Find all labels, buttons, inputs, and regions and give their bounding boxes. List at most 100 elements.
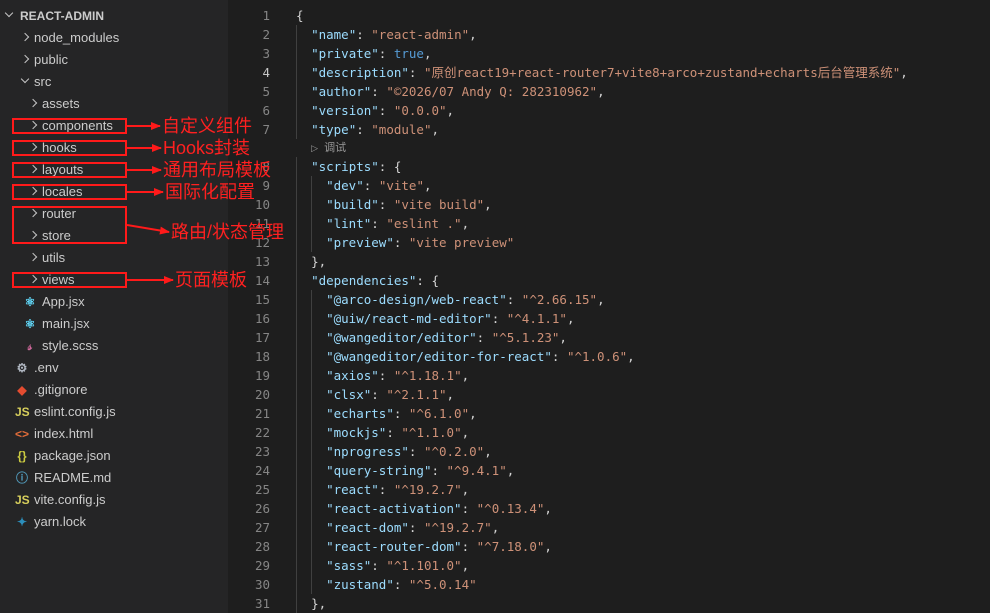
code-line: 25 "react": "^19.2.7", [228, 480, 990, 499]
tree-item-label: README.md [34, 470, 112, 485]
code-text: "dependencies": { [311, 273, 439, 288]
line-number: 24 [254, 463, 270, 478]
code-line: 17 "@wangeditor/editor": "^5.1.23", [228, 328, 990, 347]
tree-item-label: assets [42, 96, 80, 111]
code-line: 11 "lint": "eslint .", [228, 214, 990, 233]
tree-file-yarn-lock[interactable]: ✦ yarn.lock [0, 511, 228, 533]
code-line: 26 "react-activation": "^0.13.4", [228, 499, 990, 518]
tree-item-label: src [34, 74, 52, 89]
line-number: 30 [254, 577, 270, 592]
tree-folder-public[interactable]: public [0, 49, 228, 71]
yarn-icon: ✦ [16, 515, 28, 529]
tree-item-label: public [34, 52, 68, 67]
annotation-label: Hooks封装 [163, 138, 251, 158]
annotation-label: 页面模板 [175, 270, 247, 290]
tree-folder-assets[interactable]: assets [0, 93, 228, 115]
code-line: 23 "nprogress": "^0.2.0", [228, 442, 990, 461]
code-text: "type": "module", [311, 122, 440, 137]
tree-file-vite-config-js[interactable]: JS vite.config.js [0, 489, 228, 511]
codelens-debug[interactable]: ▷ 调试 [228, 140, 990, 156]
tree-file-env[interactable]: ⚙ .env [0, 357, 228, 379]
annotation-label: 自定义组件 [162, 116, 252, 136]
play-icon: ▷ [311, 143, 319, 153]
line-number: 29 [254, 558, 270, 573]
info-icon: ⓘ [15, 471, 28, 485]
tree-folder-src[interactable]: src [0, 71, 228, 93]
tree-folder-utils[interactable]: utils [0, 247, 228, 269]
code-text: "react": "^19.2.7", [326, 482, 470, 497]
code-text: "version": "0.0.0", [311, 103, 455, 118]
code-text: "query-string": "^9.4.1", [326, 463, 515, 478]
tree-file-main-jsx[interactable]: ⚛ main.jsx [0, 313, 228, 335]
tree-folder-node-modules[interactable]: node_modules [0, 27, 228, 49]
tree-item-label: utils [42, 250, 66, 265]
tree-item-label: App.jsx [42, 294, 85, 309]
tree-file-eslint-config-js[interactable]: JS eslint.config.js [0, 401, 228, 423]
annotation-box [12, 184, 127, 200]
tree-file-app-jsx[interactable]: ⚛ App.jsx [0, 291, 228, 313]
chevron-right-icon [28, 252, 38, 262]
tree-item-label: package.json [34, 448, 111, 463]
line-number: 17 [254, 330, 270, 345]
line-number: 31 [254, 596, 270, 611]
tree-item-label: main.jsx [42, 316, 90, 331]
code-text: "react-activation": "^0.13.4", [326, 501, 552, 516]
annotation-box [12, 162, 127, 178]
tree-file-package-json[interactable]: {} package.json [0, 445, 228, 467]
line-number: 23 [254, 444, 270, 459]
explorer-root[interactable]: REACT-ADMIN [0, 5, 228, 27]
tree-file-style-scss[interactable]: 𝓈 style.scss [0, 335, 228, 357]
line-number: 25 [254, 482, 270, 497]
chevron-down-icon [20, 74, 30, 84]
code-line: 3 "private": true, [228, 44, 990, 63]
code-text: "axios": "^1.18.1", [326, 368, 470, 383]
code-line: 2 "name": "react-admin", [228, 25, 990, 44]
code-line: 22 "mockjs": "^1.1.0", [228, 423, 990, 442]
code-line: 4 "description": "原创react19+react-router… [228, 63, 990, 82]
code-line: 5 "author": "©2026/07 Andy Q: 282310962"… [228, 82, 990, 101]
code-text: "mockjs": "^1.1.0", [326, 425, 470, 440]
code-text: "private": true, [311, 46, 432, 61]
code-text: "dev": "vite", [326, 178, 432, 193]
chevron-down-icon [4, 8, 14, 18]
tree-item-label: index.html [34, 426, 94, 441]
annotation-label: 通用布局模板 [163, 160, 271, 180]
tree-file-index-html[interactable]: <> index.html [0, 423, 228, 445]
code-line: 19 "axios": "^1.18.1", [228, 366, 990, 385]
line-number: 4 [262, 65, 270, 80]
code-text: "clsx": "^2.1.1", [326, 387, 455, 402]
code-line: 16 "@uiw/react-md-editor": "^4.1.1", [228, 309, 990, 328]
chevron-right-icon [20, 32, 30, 42]
line-number: 27 [254, 520, 270, 535]
explorer-root-label: REACT-ADMIN [20, 9, 104, 23]
tree-file-readme-md[interactable]: ⓘ README.md [0, 467, 228, 489]
code-text: }, [311, 254, 327, 269]
line-number: 19 [254, 368, 270, 383]
annotation-box [12, 272, 127, 288]
line-number: 22 [254, 425, 270, 440]
sass-icon: 𝓈 [27, 339, 33, 353]
code-line: 14 "dependencies": { [228, 271, 990, 290]
code-line: 10 "build": "vite build", [228, 195, 990, 214]
code-text: "nprogress": "^0.2.0", [326, 444, 492, 459]
code-text: "echarts": "^6.1.0", [326, 406, 477, 421]
code-line: 21 "echarts": "^6.1.0", [228, 404, 990, 423]
code-line: 18 "@wangeditor/editor-for-react": "^1.0… [228, 347, 990, 366]
code-editor[interactable]: 1{2 "name": "react-admin", 3 "private": t… [228, 0, 990, 613]
codelens-label: 调试 [324, 142, 347, 154]
code-line: 1{ [228, 6, 990, 25]
code-text: "zustand": "^5.0.14" [326, 577, 477, 592]
react-icon: ⚛ [24, 317, 36, 331]
line-number: 16 [254, 311, 270, 326]
chevron-right-icon [20, 54, 30, 64]
js-icon: JS [15, 493, 30, 507]
code-line: 7 "type": "module", [228, 120, 990, 139]
tree-file-gitignore[interactable]: ◆ .gitignore [0, 379, 228, 401]
code-line: 24 "query-string": "^9.4.1", [228, 461, 990, 480]
code-line: 28 "react-router-dom": "^7.18.0", [228, 537, 990, 556]
annotation-box [12, 118, 127, 134]
code-text: "@wangeditor/editor": "^5.1.23", [326, 330, 567, 345]
code-text: "@arco-design/web-react": "^2.66.15", [326, 292, 605, 307]
tree-item-label: vite.config.js [34, 492, 106, 507]
code-line: 9 "dev": "vite", [228, 176, 990, 195]
